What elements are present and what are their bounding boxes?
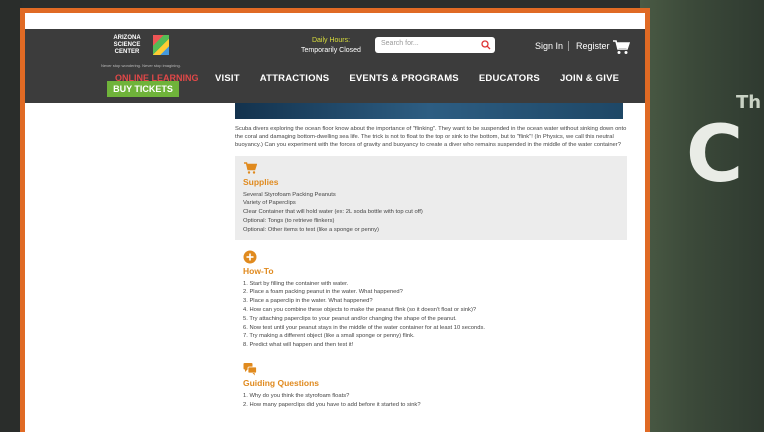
nav-events-programs[interactable]: EVENTS & PROGRAMS [349, 73, 459, 84]
hours-value: Temporarily Closed [301, 47, 361, 54]
logo-tagline: Never stop wondering. Never stop imagini… [101, 63, 181, 68]
header-divider [568, 41, 569, 51]
search-icon[interactable] [481, 40, 491, 50]
list-item: 8. Predict what will happen and then tes… [243, 342, 354, 349]
guiding-list: 1. Why do you think the styrofoam floats… [243, 392, 619, 410]
list-item: 7. Try making a different object (like a… [243, 333, 415, 340]
nav-educators[interactable]: EDUCATORS [479, 73, 540, 84]
list-item: 6. Now test until your peanut stays in t… [243, 324, 485, 331]
hero-image [235, 103, 623, 119]
nav-attractions[interactable]: ATTRACTIONS [260, 73, 330, 84]
nav-visit[interactable]: VISIT [215, 73, 240, 84]
buy-tickets-button[interactable]: BUY TICKETS [107, 81, 179, 97]
site-header: ARIZONA SCIENCE CENTER Never stop wonder… [25, 29, 645, 103]
supplies-list: Several Styrofoam Packing Peanuts Variet… [243, 191, 619, 235]
webpage: ARIZONA SCIENCE CENTER Never stop wonder… [25, 13, 645, 432]
list-item: Optional: Tongs (to retrieve flinkers) [243, 218, 335, 224]
site-logo[interactable]: ARIZONA SCIENCE CENTER Never stop wonder… [101, 33, 181, 77]
shopping-cart-icon [244, 161, 257, 174]
studio-background-left [0, 0, 22, 432]
howto-section: How-To 1. Start by filling the container… [235, 250, 627, 350]
background-sign-letter: C [686, 110, 744, 200]
list-item: Several Styrofoam Packing Peanuts [243, 191, 336, 198]
guiding-section: Guiding Questions 1. Why do you think th… [235, 362, 627, 410]
studio-background-right [640, 0, 764, 432]
nav-join-give[interactable]: JOIN & GIVE [560, 73, 619, 84]
search-input[interactable]: Search for... [375, 37, 495, 53]
logo-mark-icon [153, 35, 169, 55]
list-item: 4. How can you combine these objects to … [243, 306, 477, 313]
sign-in-link[interactable]: Sign In [535, 41, 563, 51]
list-item: Clear Container that will hold water (ex… [243, 209, 423, 216]
main-nav: VISIT ATTRACTIONS EVENTS & PROGRAMS EDUC… [215, 73, 619, 84]
daily-hours: Daily Hours: Temporarily Closed [301, 37, 361, 54]
search-placeholder: Search for... [381, 40, 419, 47]
guiding-title: Guiding Questions [243, 377, 320, 388]
list-item: Optional: Other items to test (like a sp… [243, 226, 379, 233]
cart-icon[interactable] [612, 39, 630, 55]
list-item: 5. Try attaching paperclips to your pean… [243, 315, 457, 322]
howto-list: 1. Start by filling the container with w… [243, 280, 619, 350]
list-item: Variety of Paperclips [243, 200, 296, 207]
hours-label: Daily Hours: [311, 37, 351, 44]
chat-bubbles-icon [243, 362, 257, 376]
orange-frame: ARIZONA SCIENCE CENTER Never stop wonder… [20, 8, 650, 432]
howto-title: How-To [243, 265, 274, 276]
register-link[interactable]: Register [576, 41, 610, 51]
list-item: 1. Start by filling the container with w… [243, 280, 349, 287]
list-item: 2. Place a foam packing peanut in the wa… [243, 289, 403, 296]
supplies-panel: Supplies Several Styrofoam Packing Peanu… [235, 155, 627, 240]
article-intro: Scuba divers exploring the ocean floor k… [235, 126, 627, 149]
supplies-title: Supplies [243, 176, 279, 187]
logo-text: ARIZONA SCIENCE CENTER [113, 35, 141, 55]
plus-circle-icon [243, 250, 257, 264]
list-item: 3. Place a paperclip in the water. What … [243, 298, 373, 305]
article-content: Scuba divers exploring the ocean floor k… [235, 125, 627, 410]
list-item: 2. How many paperclips did you have to a… [243, 401, 421, 408]
list-item: 1. Why do you think the styrofoam floats… [243, 392, 350, 399]
